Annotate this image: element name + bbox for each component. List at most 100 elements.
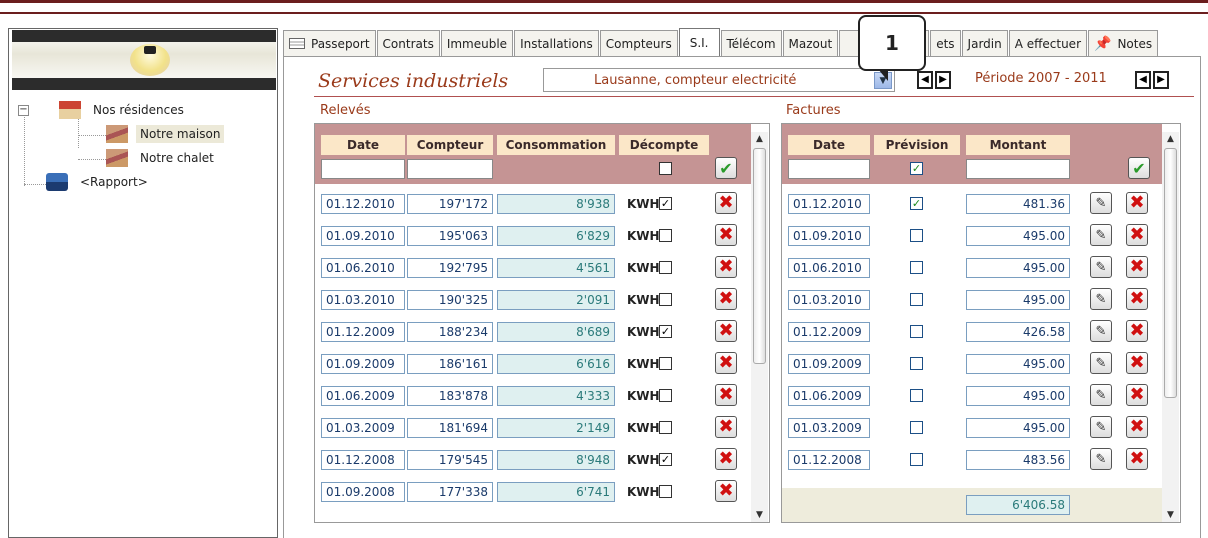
tree-item-notre-maison[interactable]: Notre maison [18,122,276,146]
filter-date-input[interactable] [788,159,870,179]
filter-compteur-input[interactable] [407,159,493,179]
facture-date[interactable]: 01.09.2009 [788,354,870,374]
decompte-checkbox[interactable] [659,421,672,434]
releves-scrollbar[interactable]: ▲ ▼ [751,132,768,522]
facture-date[interactable]: 01.06.2009 [788,386,870,406]
delete-facture-button[interactable]: ✖ [1126,320,1148,342]
tab-passeport[interactable]: Passeport [283,30,376,56]
tab-si[interactable]: S.I. [678,28,720,56]
prevision-checkbox[interactable] [910,453,923,466]
edit-document-icon[interactable]: ✎ [1090,448,1112,470]
prevision-checkbox[interactable] [910,229,923,242]
delete-facture-button[interactable]: ✖ [1126,192,1148,214]
releve-date[interactable]: 01.03.2010 [321,290,405,310]
decompte-checkbox[interactable] [659,293,672,306]
edit-document-icon[interactable]: ✎ [1090,320,1112,342]
facture-montant[interactable]: 426.58 [966,322,1070,342]
facture-date[interactable]: 01.06.2010 [788,258,870,278]
prev-period-button[interactable]: ◀ [1135,71,1151,89]
tab-contrats[interactable]: Contrats [376,30,440,56]
releve-compteur[interactable]: 192'795 [407,258,493,278]
next-meter-button[interactable]: ▶ [935,71,951,89]
releve-compteur[interactable]: 190'325 [407,290,493,310]
tab-jardin[interactable]: Jardin [961,30,1008,56]
delete-releve-button[interactable]: ✖ [715,448,737,470]
facture-montant[interactable]: 481.36 [966,194,1070,214]
prevision-checkbox[interactable] [910,357,923,370]
prev-meter-button[interactable]: ◀ [917,71,933,89]
decompte-checkbox[interactable]: ✓ [659,197,672,210]
facture-montant[interactable]: 495.00 [966,386,1070,406]
next-period-button[interactable]: ▶ [1153,71,1169,89]
edit-document-icon[interactable]: ✎ [1090,224,1112,246]
facture-montant[interactable]: 495.00 [966,290,1070,310]
edit-document-icon[interactable]: ✎ [1090,256,1112,278]
releve-date[interactable]: 01.12.2008 [321,450,405,470]
filter-decompte-checkbox[interactable] [659,162,672,175]
scroll-down-icon[interactable]: ▼ [1162,508,1179,522]
prevision-checkbox[interactable] [910,325,923,338]
decompte-checkbox[interactable] [659,229,672,242]
delete-releve-button[interactable]: ✖ [715,192,737,214]
facture-montant[interactable]: 495.00 [966,226,1070,246]
edit-document-icon[interactable]: ✎ [1090,384,1112,406]
delete-releve-button[interactable]: ✖ [715,384,737,406]
tab-ets[interactable]: ets [930,30,961,56]
prevision-checkbox[interactable] [910,293,923,306]
prevision-checkbox[interactable] [910,261,923,274]
prevision-checkbox[interactable] [910,421,923,434]
facture-date[interactable]: 01.12.2010 [788,194,870,214]
delete-releve-button[interactable]: ✖ [715,352,737,374]
delete-facture-button[interactable]: ✖ [1126,288,1148,310]
facture-date[interactable]: 01.12.2008 [788,450,870,470]
add-facture-button[interactable]: ✔ [1128,157,1150,179]
delete-facture-button[interactable]: ✖ [1126,448,1148,470]
edit-document-icon[interactable]: ✎ [1090,192,1112,214]
decompte-checkbox[interactable] [659,485,672,498]
decompte-checkbox[interactable]: ✓ [659,453,672,466]
releve-date[interactable]: 01.09.2009 [321,354,405,374]
facture-date[interactable]: 01.12.2009 [788,322,870,342]
tab-compteurs[interactable]: Compteurs [599,30,678,56]
releve-compteur[interactable]: 179'545 [407,450,493,470]
releve-compteur[interactable]: 188'234 [407,322,493,342]
meter-select[interactable]: Lausanne, compteur electricité ▼ [543,68,895,92]
tab-installations[interactable]: Installations [514,30,599,56]
tab-notes[interactable]: 📌 Notes [1088,30,1159,56]
delete-facture-button[interactable]: ✖ [1126,256,1148,278]
filter-prevision-checkbox[interactable]: ✓ [910,162,923,175]
delete-releve-button[interactable]: ✖ [715,416,737,438]
collapse-toggle-icon[interactable]: − [18,104,29,116]
releve-compteur[interactable]: 177'338 [407,482,493,502]
scroll-thumb[interactable] [753,148,766,364]
edit-document-icon[interactable]: ✎ [1090,288,1112,310]
filter-montant-input[interactable] [966,159,1070,179]
facture-montant[interactable]: 495.00 [966,354,1070,374]
releve-compteur[interactable]: 195'063 [407,226,493,246]
scroll-up-icon[interactable]: ▲ [751,132,768,146]
delete-releve-button[interactable]: ✖ [715,480,737,502]
scroll-up-icon[interactable]: ▲ [1162,132,1179,146]
releve-date[interactable]: 01.09.2010 [321,226,405,246]
facture-date[interactable]: 01.03.2009 [788,418,870,438]
decompte-checkbox[interactable] [659,261,672,274]
releve-date[interactable]: 01.06.2009 [321,386,405,406]
tab-a-effectuer[interactable]: A effectuer [1008,30,1087,56]
releve-date[interactable]: 01.03.2009 [321,418,405,438]
facture-montant[interactable]: 495.00 [966,418,1070,438]
tree-item-rapport[interactable]: <Rapport> [18,170,276,194]
tree-item-notre-chalet[interactable]: Notre chalet [18,146,276,170]
releve-compteur[interactable]: 186'161 [407,354,493,374]
delete-releve-button[interactable]: ✖ [715,288,737,310]
tab-mazout[interactable]: Mazout [782,30,839,56]
releve-compteur[interactable]: 181'694 [407,418,493,438]
delete-facture-button[interactable]: ✖ [1126,224,1148,246]
tree-item-nos-residences[interactable]: − Nos résidences [18,98,276,122]
facture-date[interactable]: 01.03.2010 [788,290,870,310]
tab-telecom[interactable]: Télécom [720,30,782,56]
delete-facture-button[interactable]: ✖ [1126,384,1148,406]
decompte-checkbox[interactable]: ✓ [659,325,672,338]
delete-releve-button[interactable]: ✖ [715,320,737,342]
releve-date[interactable]: 01.12.2010 [321,194,405,214]
tab-immeuble[interactable]: Immeuble [440,30,514,56]
